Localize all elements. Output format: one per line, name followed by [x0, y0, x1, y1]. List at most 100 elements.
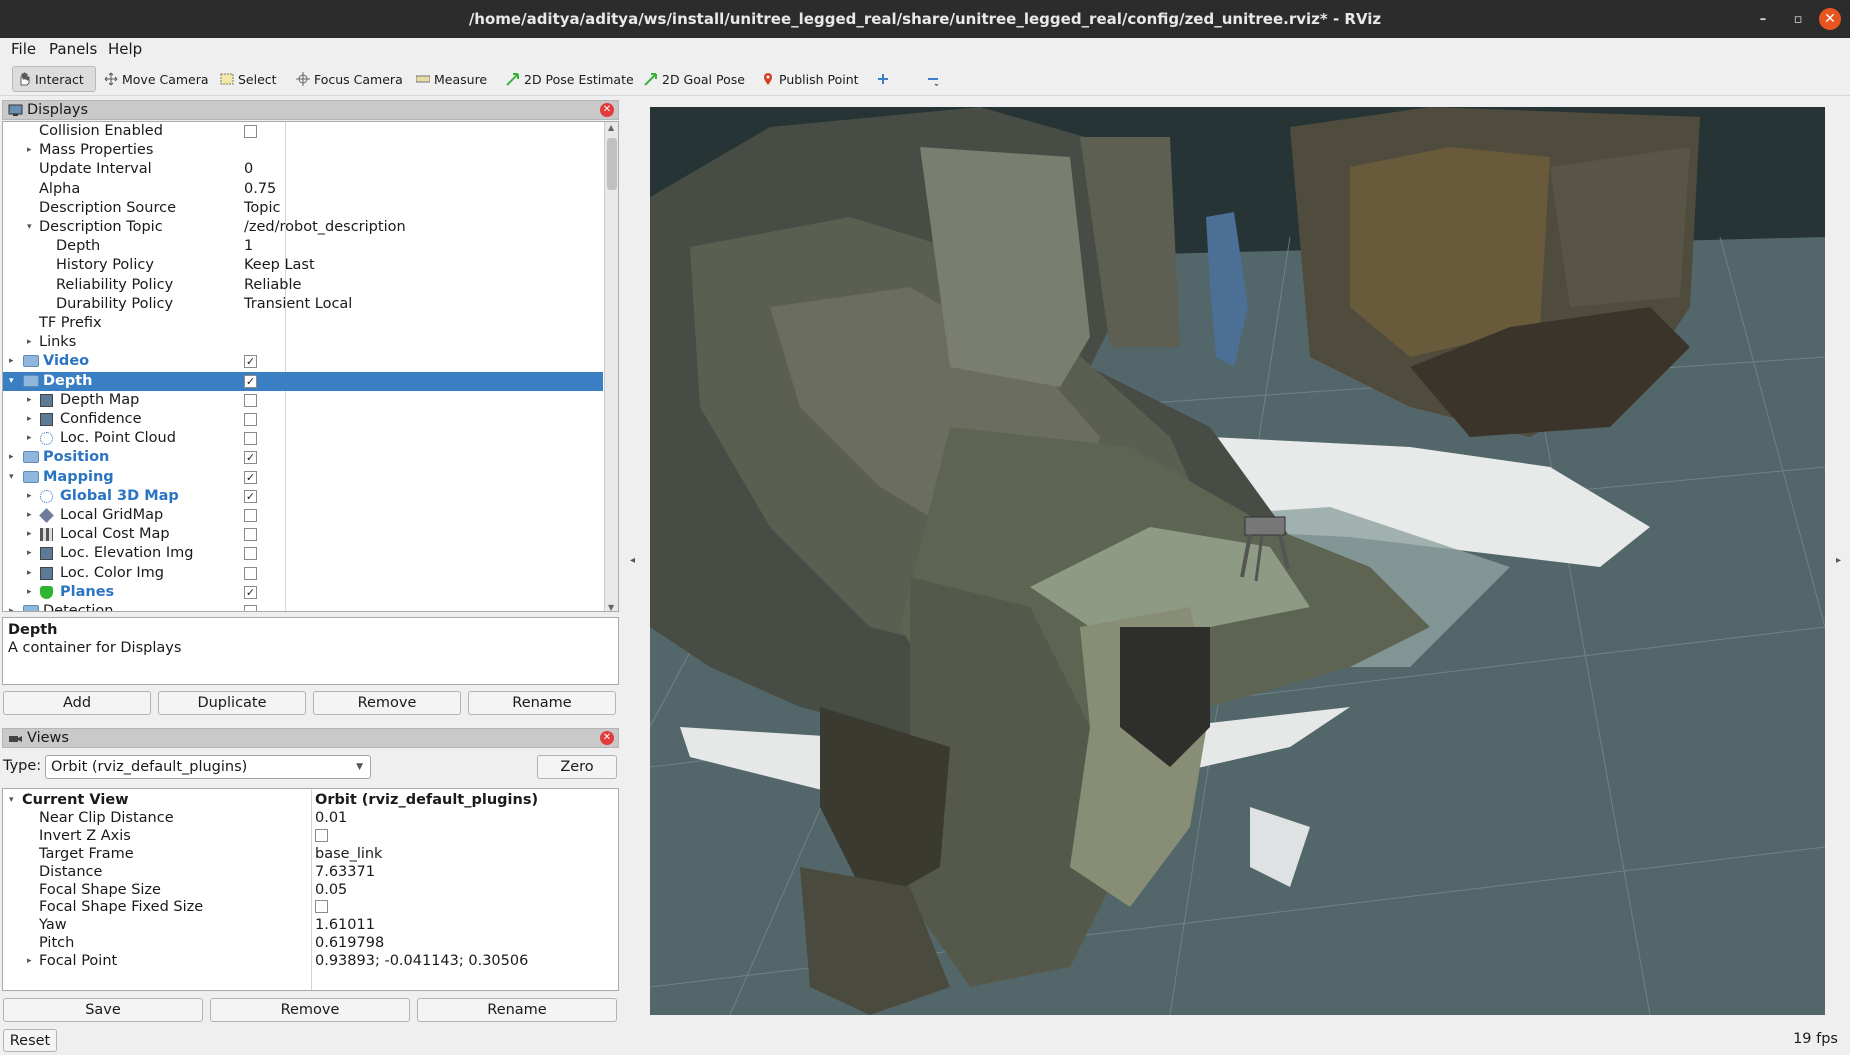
display-row[interactable]: Reliability Policy Reliable — [3, 276, 603, 295]
view-property-value[interactable]: 7.63371 — [315, 863, 375, 881]
remove-tool-button[interactable] — [922, 66, 944, 92]
view-property-row[interactable]: Pitch 0.619798 — [3, 934, 618, 952]
duplicate-button[interactable]: Duplicate — [158, 691, 306, 715]
view-property-row[interactable]: Focal Shape Fixed Size — [3, 898, 618, 916]
collapse-left-icon[interactable]: ◂ — [630, 555, 635, 566]
display-row[interactable]: ▸ Loc. Point Cloud — [3, 429, 603, 448]
menu-file[interactable]: File — [11, 40, 36, 58]
expand-right-icon[interactable]: ▸ — [27, 487, 37, 506]
visibility-checkbox[interactable] — [244, 393, 257, 407]
display-row[interactable]: ▾ Mapping ✓ — [3, 468, 603, 487]
view-property-row[interactable]: Focal Shape Size 0.05 — [3, 881, 618, 899]
visibility-checkbox[interactable] — [244, 125, 257, 138]
visibility-checkbox[interactable]: ✓ — [244, 355, 257, 369]
expand-right-icon[interactable]: ▸ — [27, 333, 37, 352]
view-property-row[interactable]: Near Clip Distance 0.01 — [3, 809, 618, 827]
display-row[interactable]: ▸ Planes ✓ — [3, 583, 603, 602]
close-panel-icon[interactable]: ✕ — [600, 103, 614, 117]
display-row[interactable]: TF Prefix — [3, 314, 603, 333]
minimize-button[interactable]: – — [1745, 0, 1781, 38]
zero-button[interactable]: Zero — [537, 755, 617, 779]
display-row[interactable]: ▸ Loc. Elevation Img — [3, 544, 603, 563]
view-property-row[interactable]: Target Frame base_link — [3, 845, 618, 863]
view-property-row[interactable]: Invert Z Axis — [3, 827, 618, 845]
display-row[interactable]: Collision Enabled — [3, 122, 603, 141]
expand-down-icon[interactable]: ▾ — [9, 791, 19, 809]
display-row-value[interactable]: Topic — [244, 199, 280, 218]
add-tool-button[interactable] — [872, 66, 894, 92]
view-property-value[interactable]: 0.05 — [315, 881, 347, 899]
expand-down-icon[interactable]: ▾ — [27, 218, 37, 237]
expand-right-icon[interactable]: ▸ — [9, 602, 19, 611]
view-property-value[interactable]: 1.61011 — [315, 916, 375, 934]
views-tree[interactable]: ▾ Current View Orbit (rviz_default_plugins… — [2, 788, 619, 991]
display-row-value[interactable]: /zed/robot_description — [244, 218, 406, 237]
expand-down-icon[interactable]: ▾ — [9, 372, 19, 391]
interact-tool[interactable]: Interact — [12, 66, 96, 92]
view-property-value[interactable]: base_link — [315, 845, 382, 863]
expand-right-icon[interactable]: ▸ — [27, 564, 37, 583]
view-property-value[interactable]: 0.01 — [315, 809, 347, 827]
save-view-button[interactable]: Save — [3, 998, 203, 1022]
property-checkbox[interactable] — [315, 900, 328, 914]
display-row[interactable]: ▸ Loc. Color Img — [3, 564, 603, 583]
display-row-value[interactable]: 1 — [244, 237, 253, 256]
display-row[interactable]: Depth 1 — [3, 237, 603, 256]
goal-pose-tool[interactable]: 2D Goal Pose — [640, 66, 749, 92]
select-tool[interactable]: Select — [216, 66, 281, 92]
expand-right-icon[interactable]: ▸ — [27, 525, 37, 544]
rename-display-button[interactable]: Rename — [468, 691, 616, 715]
display-row[interactable]: Alpha 0.75 — [3, 180, 603, 199]
expand-right-icon[interactable]: ▸ — [27, 544, 37, 563]
remove-display-button[interactable]: Remove — [313, 691, 461, 715]
visibility-checkbox[interactable]: ✓ — [244, 470, 257, 484]
menu-help[interactable]: Help — [108, 40, 142, 58]
visibility-checkbox[interactable]: ✓ — [244, 489, 257, 503]
reset-button[interactable]: Reset — [3, 1029, 57, 1052]
view-type-select[interactable]: Orbit (rviz_default_plugins) ▼ — [45, 755, 371, 779]
display-row[interactable]: ▸ Links — [3, 333, 603, 352]
visibility-checkbox[interactable]: ✓ — [244, 451, 257, 465]
publish-point-tool[interactable]: Publish Point — [757, 66, 863, 92]
pose-estimate-tool[interactable]: 2D Pose Estimate — [502, 66, 638, 92]
close-button[interactable]: ✕ — [1812, 0, 1848, 38]
display-row[interactable]: ▸ Local GridMap — [3, 506, 603, 525]
display-row-value[interactable]: 0 — [244, 160, 253, 179]
view-property-row[interactable]: ▾ Current View Orbit (rviz_default_plugins… — [3, 791, 618, 809]
display-row[interactable]: ▾ Depth ✓ — [3, 371, 603, 391]
close-panel-icon[interactable]: ✕ — [600, 731, 614, 745]
expand-right-icon[interactable]: ▸ — [27, 429, 37, 448]
scroll-up-icon[interactable]: ▲ — [608, 123, 614, 132]
display-row[interactable]: ▸ Position ✓ — [3, 448, 603, 467]
display-row[interactable]: ▸ Mass Properties — [3, 141, 603, 160]
view-property-row[interactable]: ▸ Focal Point 0.93893; -0.041143; 0.30506 — [3, 952, 618, 970]
remove-view-button[interactable]: Remove — [210, 998, 410, 1022]
display-row[interactable]: ▸ Depth Map — [3, 391, 603, 410]
display-row[interactable]: ▸ Confidence — [3, 410, 603, 429]
view-property-row[interactable]: Yaw 1.61011 — [3, 916, 618, 934]
expand-right-icon[interactable]: ▸ — [27, 141, 37, 160]
menu-panels[interactable]: Panels — [49, 40, 97, 58]
expand-right-icon[interactable]: ▸ — [27, 410, 37, 429]
displays-tree[interactable]: ▲ ▼ Collision Enabled ▸ Mass Properties Upd… — [2, 121, 619, 612]
expand-right-icon[interactable]: ▸ — [27, 952, 37, 970]
view-property-value[interactable]: 0.93893; -0.041143; 0.30506 — [315, 952, 528, 970]
display-row[interactable]: ▸ Local Cost Map — [3, 525, 603, 544]
visibility-checkbox[interactable]: ✓ — [244, 374, 257, 388]
expand-right-icon[interactable]: ▸ — [27, 506, 37, 525]
collapse-right-icon[interactable]: ▸ — [1836, 555, 1841, 566]
render-viewport[interactable] — [650, 107, 1825, 1015]
display-row[interactable]: ▸ Video ✓ — [3, 352, 603, 371]
display-row[interactable]: Durability Policy Transient Local — [3, 295, 603, 314]
display-row-value[interactable]: Transient Local — [244, 295, 352, 314]
scrollbar[interactable]: ▲ ▼ — [604, 122, 618, 611]
visibility-checkbox[interactable] — [244, 528, 257, 542]
property-checkbox[interactable] — [315, 828, 328, 842]
visibility-checkbox[interactable] — [244, 605, 257, 611]
display-row-value[interactable]: 0.75 — [244, 180, 276, 199]
visibility-checkbox[interactable] — [244, 413, 257, 426]
maximize-button[interactable]: ▫ — [1780, 0, 1816, 38]
visibility-checkbox[interactable]: ✓ — [244, 585, 257, 599]
add-button[interactable]: Add — [3, 691, 151, 715]
expand-right-icon[interactable]: ▸ — [9, 352, 19, 371]
